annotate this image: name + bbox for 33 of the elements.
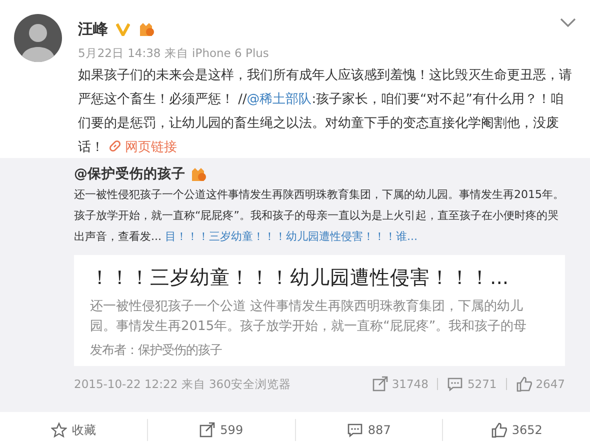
- repost-button[interactable]: 599: [148, 412, 294, 447]
- card-description: 还一被性侵犯孩子一个公道 这件事情发生再陕西明珠教育集团，下属的幼儿园。事情发生再2015年。孩子放学开始，就一直称“屁屁疼”。我和孩子的母: [90, 298, 528, 336]
- repost-author[interactable]: @保护受伤的孩子: [74, 164, 186, 184]
- like-count: 2647: [536, 376, 565, 393]
- card-title: ！！！三岁幼童！！！幼儿园遭性侵害！！！...: [90, 265, 510, 292]
- comment-icon: [346, 422, 363, 438]
- favorite-button[interactable]: 收藏: [0, 412, 147, 447]
- web-link[interactable]: 网页链接: [108, 140, 178, 155]
- author-name[interactable]: 汪峰: [78, 18, 108, 40]
- link-card[interactable]: ！！！三岁幼童！！！幼儿园遭性侵害！！！... 还一被性侵犯孩子一个公道 这件事情发生再陕西明珠教育集团，下属的幼儿园。事情发生再2015年。孩子放学开始，就一直称“屁屁疼”。我和孩子的母 发布者：保护受伤的孩子: [74, 255, 565, 366]
- post-meta: 5月22日 14:38 来自 iPhone 6 Plus: [78, 44, 270, 62]
- mention-link[interactable]: 目！！！三岁幼童！！！幼儿园遭性侵害！！！谁...: [165, 230, 418, 244]
- repost-icon: [199, 422, 216, 438]
- repost-count: 31748: [392, 376, 428, 393]
- card-publisher: 发布者：保护受伤的孩子: [90, 341, 223, 360]
- repost-text: 还一被性侵犯孩子一个公道这件事情发生再陕西明珠教育集团，下属的幼儿园。事情发生再2015年。孩子放学开始，就一直称“屁屁疼”。我和孩子的母亲一直以为是上火引起，直至孩子在小便时疼的哭出声音，查看发... 目！！！三岁幼童！！！幼儿园遭性侵害！！！谁...: [74, 187, 565, 246]
- post-text: 如果孩子们的未来会是这样，我们所有成年人应该感到羞愧！这比毁灭生命更丑恶，请严惩这个畜生！必须严惩！ //@稀土部队:孩子家长，咱们要“对不起”有什么用？！咱们要的是惩罚，让幼儿园的畜生绳之以法。对幼童下手的变态直接化学阉割他，没废话！ 网页链接: [78, 66, 573, 157]
- comment-icon: [447, 376, 464, 392]
- caret-icon[interactable]: [560, 18, 576, 28]
- comment-count: 5271: [467, 376, 497, 393]
- avatar[interactable]: [14, 14, 62, 62]
- badge-icon: [138, 21, 155, 38]
- repost-meta: 2015-10-22 12:22 来自 360安全浏览器: [74, 376, 291, 393]
- like-button[interactable]: 3652: [443, 412, 590, 447]
- comment-button[interactable]: 887: [296, 412, 442, 447]
- verified-icon: [116, 22, 130, 36]
- link-icon: [108, 138, 122, 153]
- like-icon: [516, 376, 532, 392]
- like-icon: [490, 422, 507, 438]
- repost-icon: [372, 376, 388, 392]
- badge-icon: [190, 166, 206, 182]
- mention-link[interactable]: @稀土部队: [246, 92, 312, 107]
- star-icon: [50, 422, 67, 438]
